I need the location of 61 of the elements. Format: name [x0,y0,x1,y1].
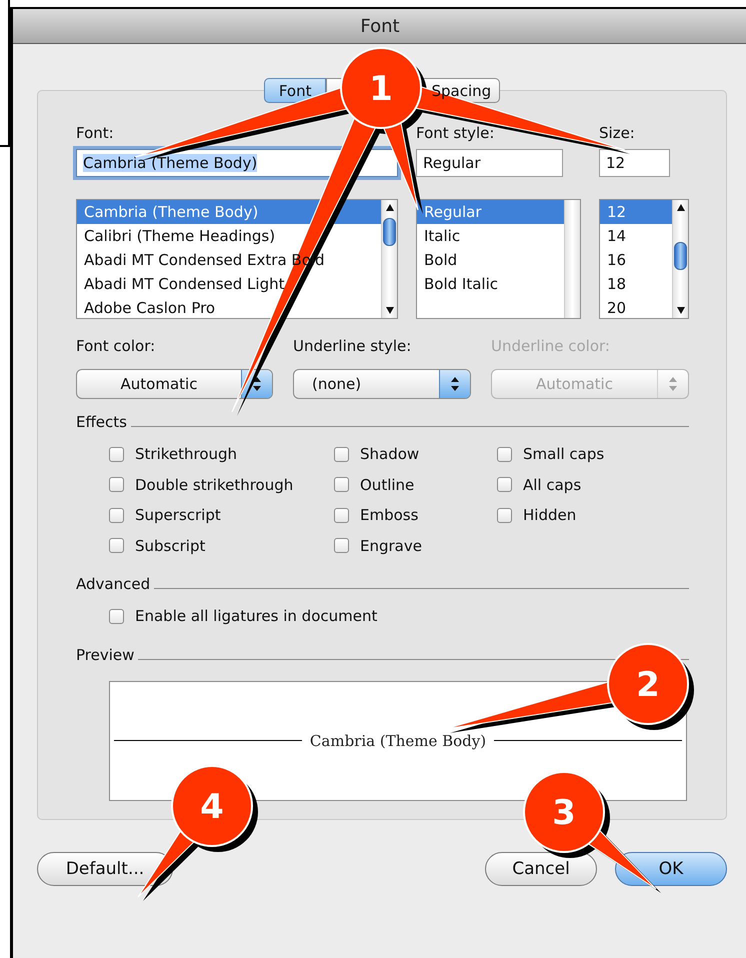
checkbox-label[interactable]: Double strikethrough [135,476,294,494]
list-item[interactable]: Adobe Caslon Pro [77,296,381,318]
button[interactable]: OK [615,852,727,886]
section-title: Effects [76,413,127,431]
checkbox-label[interactable]: Shadow [360,445,420,464]
checkbox-label[interactable]: All caps [523,476,582,494]
checkbox[interactable] [109,508,124,523]
scrollbar[interactable] [672,200,688,318]
list-item[interactable]: 16 [600,248,672,272]
input-field[interactable]: 12 [599,149,670,177]
section-title: Advanced [76,575,150,593]
checkbox[interactable] [334,538,349,554]
checkbox[interactable] [109,608,124,624]
field-label: Font style: [416,124,496,142]
list-item[interactable]: Regular [417,200,564,224]
up-down-arrows-icon [252,376,262,392]
checkbox-label[interactable]: Hidden [523,506,576,524]
checkbox-label[interactable]: Outline [360,476,414,494]
checkbox-label[interactable]: Small caps [523,445,604,464]
list-item[interactable]: 20 [600,296,672,318]
checkbox[interactable] [109,477,124,492]
field-label: Size: [599,124,636,142]
section-title: Preview [76,646,134,664]
list-item[interactable]: Cambria (Theme Body) [77,200,381,224]
list-item[interactable]: Abadi MT Condensed Light [77,272,381,296]
list-item[interactable]: Italic [417,224,564,248]
scrollbar[interactable] [381,200,397,318]
checkbox-label[interactable]: Emboss [360,506,418,524]
popup-label: Underline color: [491,337,611,355]
list-item[interactable]: 12 [600,200,672,224]
checkbox-label[interactable]: Strikethrough [135,445,238,464]
up-down-arrows-icon [450,376,460,392]
field-label: Font: [76,124,115,142]
checkbox[interactable] [497,477,512,492]
checkbox[interactable] [334,446,349,462]
button[interactable]: Default... [37,852,173,886]
checkbox[interactable] [109,538,124,554]
list-item[interactable]: 18 [600,272,672,296]
up-down-arrows-icon [668,376,678,392]
checkbox-label[interactable]: Enable all ligatures in document [135,607,378,626]
input-field[interactable]: Regular [416,149,563,177]
checkbox[interactable] [497,446,512,462]
preview-text: Cambria (Theme Body) [310,732,486,750]
checkbox-label[interactable]: Superscript [135,506,221,524]
list-item[interactable]: 14 [600,224,672,248]
button[interactable]: Cancel [485,852,597,886]
window-title: Font [360,16,400,36]
popup-button[interactable]: Automatic [76,369,273,399]
popup-label: Font color: [76,337,156,355]
checkbox[interactable] [334,508,349,523]
checkbox[interactable] [334,477,349,492]
list-item[interactable]: Calibri (Theme Headings) [77,224,381,248]
popup-button[interactable]: (none) [293,369,471,399]
checkbox-label[interactable]: Subscript [135,536,206,555]
list-item[interactable]: Bold Italic [417,272,564,296]
scrollbar[interactable] [564,200,580,318]
list-item[interactable]: Bold [417,248,564,272]
checkbox[interactable] [497,508,512,523]
checkbox-label[interactable]: Engrave [360,536,422,555]
checkbox[interactable] [109,446,124,462]
popup-label: Underline style: [293,337,412,355]
